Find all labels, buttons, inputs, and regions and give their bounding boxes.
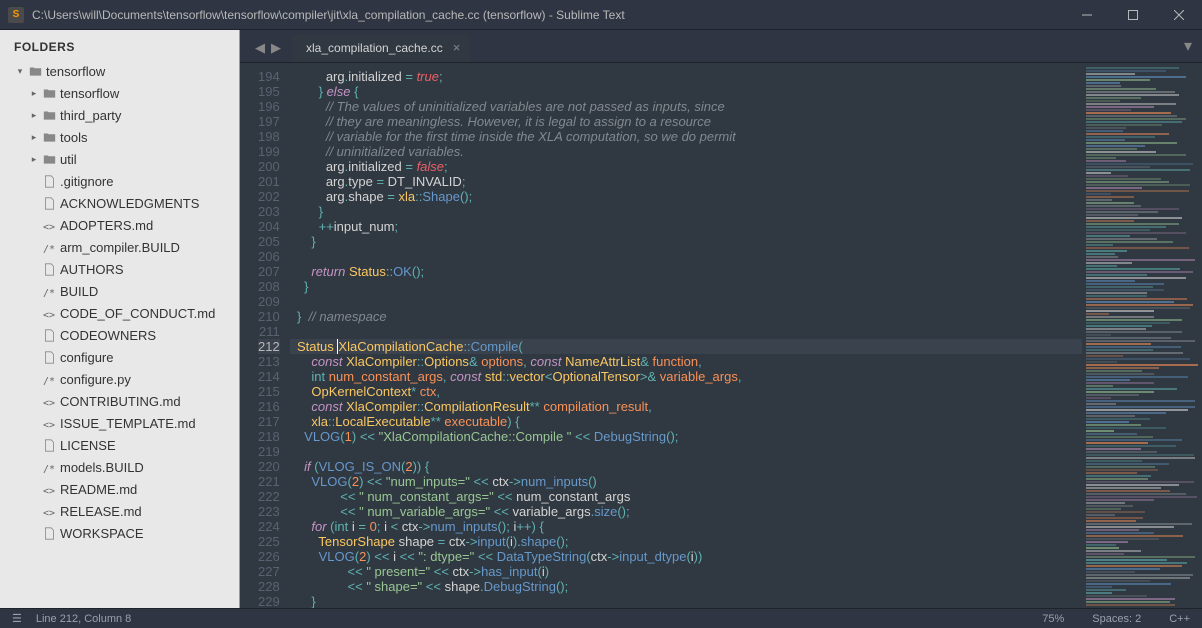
titlebar: S C:\Users\will\Documents\tensorflow\ten… (0, 0, 1202, 30)
nav-forward-icon[interactable]: ▶ (271, 40, 281, 56)
file-item[interactable]: WORKSPACE (0, 522, 239, 544)
file-item[interactable]: LICENSE (0, 434, 239, 456)
file-item[interactable]: <>RELEASE.md (0, 500, 239, 522)
file-item[interactable]: <>CONTRIBUTING.md (0, 390, 239, 412)
file-item[interactable]: <>ADOPTERS.md (0, 214, 239, 236)
status-bar: ☰ Line 212, Column 8 75% Spaces: 2 C++ (0, 608, 1202, 628)
file-item[interactable]: ACKNOWLEDGMENTS (0, 192, 239, 214)
folder-sidebar[interactable]: FOLDERS ▾tensorflow▸tensorflow▸third_par… (0, 30, 240, 608)
folder-item[interactable]: ▸util (0, 148, 239, 170)
file-item[interactable]: <>ISSUE_TEMPLATE.md (0, 412, 239, 434)
code-editor[interactable]: 1941951961971981992002012022032042052062… (240, 63, 1082, 608)
file-item[interactable]: /*configure.py (0, 368, 239, 390)
indent-setting[interactable]: Spaces: 2 (1092, 613, 1141, 625)
file-item[interactable]: /*BUILD (0, 280, 239, 302)
file-item[interactable]: <>README.md (0, 478, 239, 500)
tab-close-icon[interactable]: × (453, 40, 461, 55)
file-item[interactable]: CODEOWNERS (0, 324, 239, 346)
file-item[interactable]: /*arm_compiler.BUILD (0, 236, 239, 258)
file-item[interactable]: .gitignore (0, 170, 239, 192)
folder-item[interactable]: ▸tensorflow (0, 82, 239, 104)
minimap[interactable] (1082, 63, 1202, 608)
sidebar-header: FOLDERS (0, 36, 239, 60)
app-logo: S (8, 7, 24, 23)
folder-item[interactable]: ▸tools (0, 126, 239, 148)
language-mode[interactable]: C++ (1169, 613, 1190, 625)
folder-root[interactable]: ▾tensorflow (0, 60, 239, 82)
folder-item[interactable]: ▸third_party (0, 104, 239, 126)
file-item[interactable]: configure (0, 346, 239, 368)
zoom-level[interactable]: 75% (1042, 613, 1064, 625)
close-button[interactable] (1156, 0, 1202, 30)
tab-label: xla_compilation_cache.cc (306, 41, 443, 55)
maximize-button[interactable] (1110, 0, 1156, 30)
tab-bar: ◀ ▶ xla_compilation_cache.cc × ▾ (240, 30, 1202, 63)
cursor-position[interactable]: Line 212, Column 8 (36, 613, 131, 625)
minimize-button[interactable] (1064, 0, 1110, 30)
file-tab[interactable]: xla_compilation_cache.cc × (292, 34, 470, 62)
line-gutter: 1941951961971981992002012022032042052062… (240, 63, 290, 608)
file-item[interactable]: <>CODE_OF_CONDUCT.md (0, 302, 239, 324)
file-item[interactable]: AUTHORS (0, 258, 239, 280)
menu-icon[interactable]: ☰ (12, 612, 22, 625)
window-title: C:\Users\will\Documents\tensorflow\tenso… (32, 8, 1064, 22)
file-item[interactable]: /*models.BUILD (0, 456, 239, 478)
tab-menu-icon[interactable]: ▾ (1174, 36, 1202, 62)
nav-back-icon[interactable]: ◀ (255, 40, 265, 56)
code-content[interactable]: arg.initialized = true; } else { // The … (290, 63, 1082, 608)
